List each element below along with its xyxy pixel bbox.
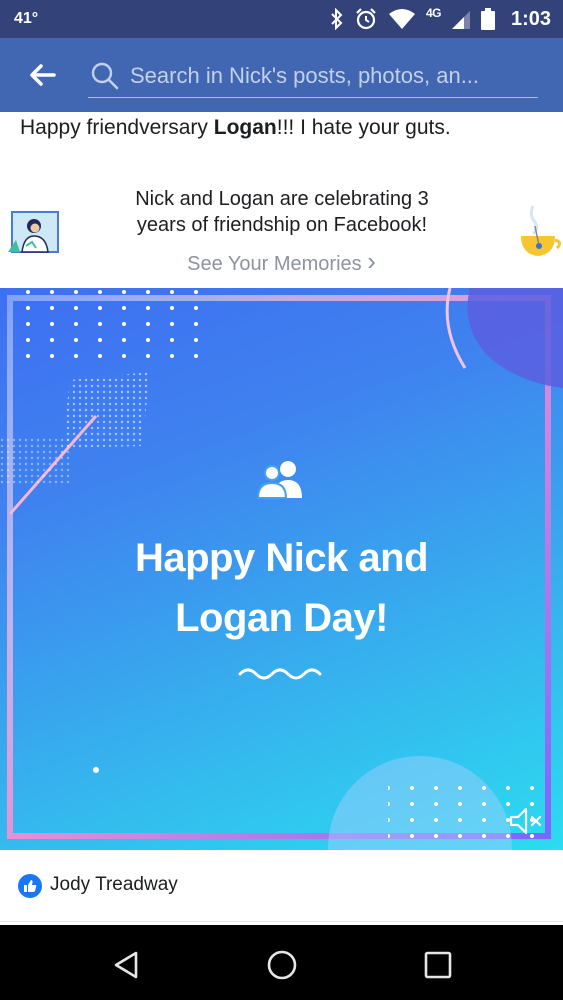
wifi-icon — [388, 9, 415, 29]
memories-banner: Nick and Logan are celebrating 3 years o… — [0, 180, 563, 285]
status-time: 1:03 — [510, 7, 551, 30]
network-type: 4G — [425, 6, 442, 20]
search-input[interactable]: Search in Nick's posts, photos, an... — [120, 63, 538, 89]
post-text-mention[interactable]: Logan — [214, 116, 277, 139]
status-temperature: 41° — [14, 10, 39, 27]
status-icons: 4G 1:03 — [330, 6, 551, 32]
alarm-icon — [356, 8, 376, 30]
status-bar: 41° 4G 1:03 — [0, 0, 563, 38]
like-icon — [18, 874, 42, 898]
battery-icon — [480, 8, 495, 30]
see-memories-label: See Your Memories — [187, 253, 362, 275]
memories-line-1: Nick and Logan are celebrating 3 — [135, 188, 429, 210]
volume-mute-icon[interactable] — [508, 806, 544, 836]
post-text-start: Happy friendversary — [20, 116, 214, 139]
card-title-line-2: Logan Day! — [175, 596, 388, 640]
see-memories-link[interactable]: See Your Memories › — [0, 246, 563, 277]
friends-icon — [256, 461, 302, 499]
nav-home-icon[interactable] — [264, 947, 300, 983]
squiggle-decoration — [238, 668, 322, 680]
post-text-end: !!! I hate your guts. — [276, 116, 451, 139]
post-text: Happy friendversary Logan!!! I hate your… — [20, 114, 550, 142]
reactor-name[interactable]: Jody Treadway — [50, 874, 178, 896]
nav-recent-apps-icon[interactable] — [420, 947, 456, 983]
memories-line-2: years of friendship on Facebook! — [136, 214, 428, 236]
bluetooth-icon — [331, 8, 343, 30]
signal-icon — [451, 11, 470, 29]
nav-back-icon[interactable] — [108, 947, 144, 983]
back-button[interactable] — [22, 58, 62, 92]
arrow-left-icon — [30, 64, 56, 86]
tea-cup-icon — [521, 205, 561, 256]
card-title-line-1: Happy Nick and — [134, 536, 429, 580]
chevron-right-icon: › — [367, 246, 376, 276]
reactions-bar[interactable]: Jody Treadway — [0, 850, 563, 922]
navigation-bar — [0, 925, 563, 1000]
search-header: Search in Nick's posts, photos, an... — [0, 38, 563, 112]
search-bar[interactable]: Search in Nick's posts, photos, an... — [88, 54, 538, 98]
memories-text: Nick and Logan are celebrating 3 years o… — [90, 186, 474, 238]
friendversary-video-card[interactable]: Happy Nick and Logan Day! — [0, 288, 563, 850]
search-icon — [91, 62, 119, 89]
